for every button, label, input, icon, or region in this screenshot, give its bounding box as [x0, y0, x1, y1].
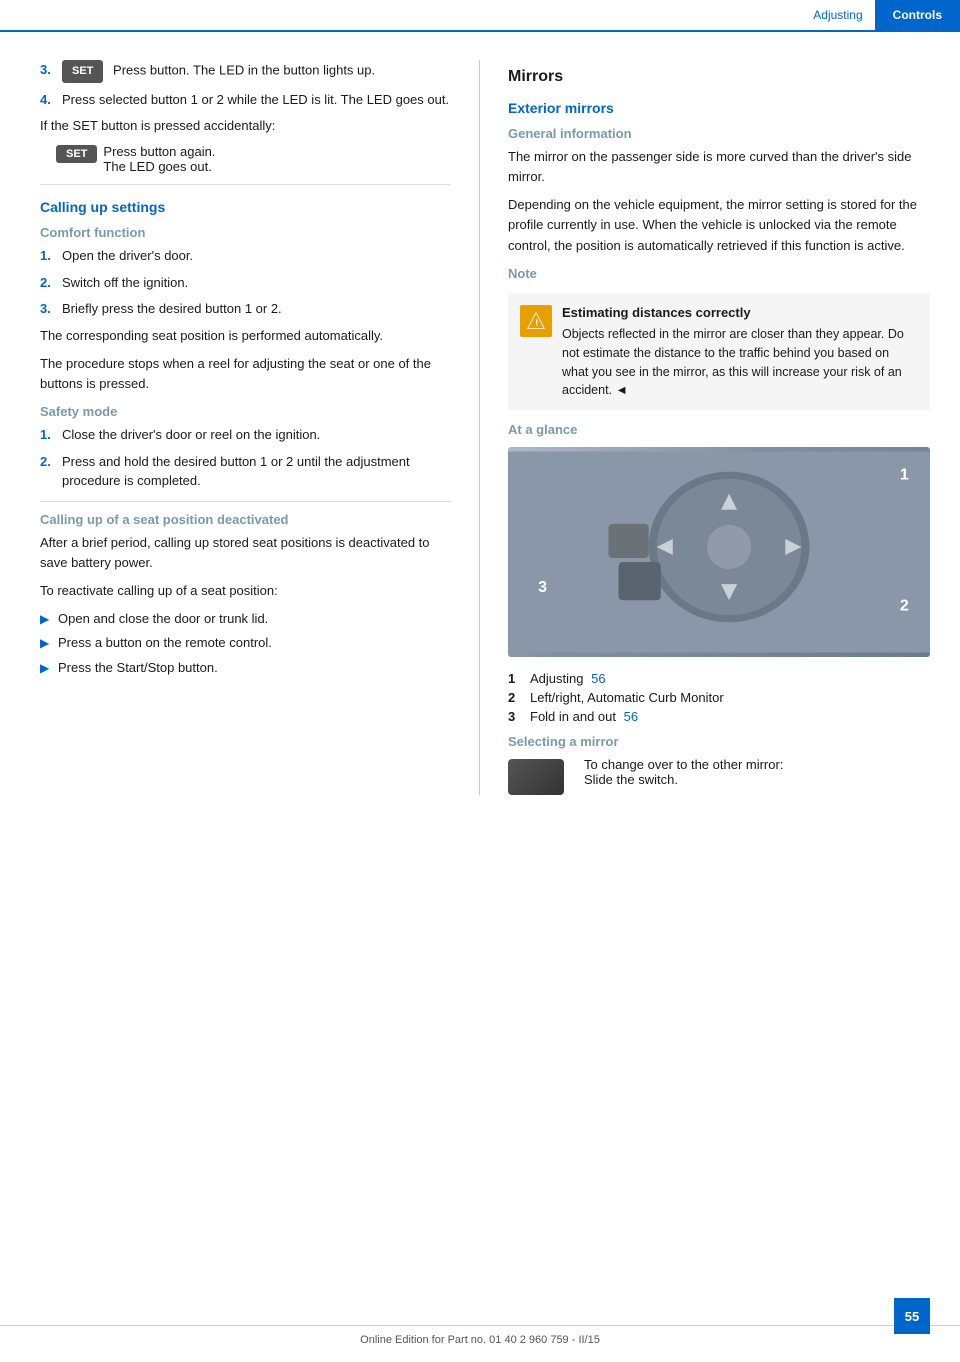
calling-up-settings-title: Calling up settings	[40, 199, 451, 215]
legend-item-1: 1 Adjusting 56	[508, 671, 930, 686]
mirror-image: 1 2 3	[508, 447, 930, 657]
legend-list: 1 Adjusting 56 2 Left/right, Automatic C…	[508, 671, 930, 724]
cf-step-1-text: Open the driver's door.	[62, 246, 451, 266]
bullet-arrow-3: ▶	[40, 659, 58, 678]
cf-para-2: The procedure stops when a reel for adju…	[40, 354, 451, 394]
legend-text-1: Adjusting	[530, 671, 583, 686]
bullet-text-3: Press the Start/Stop button.	[58, 658, 218, 678]
cf-step-2-num: 2.	[40, 273, 62, 293]
divider-2	[40, 501, 451, 502]
if-set-btn: SET	[56, 145, 97, 163]
warning-icon: !	[520, 305, 552, 337]
svg-text:!: !	[535, 318, 538, 328]
sm-step-1-text: Close the driver's door or reel on the i…	[62, 425, 451, 445]
if-accidentally-block: If the SET button is pressed accidentall…	[40, 116, 451, 174]
comfort-function-title: Comfort function	[40, 225, 451, 240]
at-a-glance-title: At a glance	[508, 422, 930, 437]
page-footer: Online Edition for Part no. 01 40 2 960 …	[0, 1325, 960, 1346]
seat-position-para2: To reactivate calling up of a seat posit…	[40, 581, 451, 601]
bullet-item-3: ▶ Press the Start/Stop button.	[40, 658, 451, 678]
calling-up-settings-section: Calling up settings Comfort function 1. …	[40, 199, 451, 490]
sm-step-1-num: 1.	[40, 425, 62, 445]
sm-step-2-num: 2.	[40, 452, 62, 491]
selecting-mirror-text: To change over to the other mirror: Slid…	[584, 757, 783, 787]
if-press-again: Press button again.	[103, 144, 215, 159]
if-led-out: The LED goes out.	[103, 159, 215, 174]
bullet-item-2: ▶ Press a button on the remote control.	[40, 633, 451, 653]
if-set-inline: SET Press button again. The LED goes out…	[56, 144, 451, 174]
legend-item-2: 2 Left/right, Automatic Curb Monitor	[508, 690, 930, 705]
note-end-marker: ◄	[616, 383, 628, 397]
right-column: Mirrors Exterior mirrors General informa…	[480, 60, 930, 795]
svg-text:3: 3	[538, 578, 547, 596]
bullet-item-1: ▶ Open and close the door or trunk lid.	[40, 609, 451, 629]
gen-info-para1: The mirror on the passenger side is more…	[508, 147, 930, 187]
note-label: Note	[508, 266, 930, 281]
step-4-text: Press selected button 1 or 2 while the L…	[62, 90, 451, 110]
selecting-text-1: To change over to the other mirror:	[584, 757, 783, 772]
header-adjusting: Adjusting	[801, 0, 874, 30]
page-number: 55	[894, 1298, 930, 1334]
legend-link-3[interactable]: 56	[620, 709, 638, 724]
divider-1	[40, 184, 451, 185]
cf-step-1: 1. Open the driver's door.	[40, 246, 451, 266]
exterior-mirrors-title: Exterior mirrors	[508, 100, 930, 116]
step-3: 3. SET Press button. The LED in the butt…	[40, 60, 451, 83]
svg-text:1: 1	[900, 466, 909, 484]
selecting-text-2: Slide the switch.	[584, 772, 783, 787]
step-4: 4. Press selected button 1 or 2 while th…	[40, 90, 451, 110]
bullet-arrow-2: ▶	[40, 634, 58, 653]
legend-num-2: 2	[508, 690, 530, 705]
cf-step-2: 2. Switch off the ignition.	[40, 273, 451, 293]
page-header: Adjusting Controls	[0, 0, 960, 32]
left-column: 3. SET Press button. The LED in the butt…	[40, 60, 480, 795]
note-text: Objects reflected in the mirror are clos…	[562, 327, 904, 397]
seat-position-section: Calling up of a seat position deactivate…	[40, 512, 451, 678]
step-3-num: 3.	[40, 60, 62, 83]
legend-item-3: 3 Fold in and out 56	[508, 709, 930, 724]
cf-step-2-text: Switch off the ignition.	[62, 273, 451, 293]
svg-text:2: 2	[900, 596, 909, 614]
cf-step-3-text: Briefly press the desired button 1 or 2.	[62, 299, 451, 319]
bullet-text-2: Press a button on the remote control.	[58, 633, 272, 653]
cf-step-1-num: 1.	[40, 246, 62, 266]
sm-step-2: 2. Press and hold the desired button 1 o…	[40, 452, 451, 491]
cf-step-3-num: 3.	[40, 299, 62, 319]
header-controls: Controls	[875, 0, 960, 30]
gen-info-para2: Depending on the vehicle equipment, the …	[508, 195, 930, 255]
general-information-title: General information	[508, 126, 930, 141]
legend-num-3: 3	[508, 709, 530, 724]
sm-step-2-text: Press and hold the desired button 1 or 2…	[62, 452, 451, 491]
if-accidentally-text: If the SET button is pressed accidentall…	[40, 116, 451, 136]
safety-mode-title: Safety mode	[40, 404, 451, 419]
cf-para-1: The corresponding seat position is perfo…	[40, 326, 451, 346]
mirrors-title: Mirrors	[508, 68, 930, 86]
note-title: Estimating distances correctly	[562, 303, 918, 323]
legend-text-2: Left/right, Automatic Curb Monitor	[530, 690, 724, 705]
selecting-mirror-title: Selecting a mirror	[508, 734, 930, 749]
step-3-text: SET Press button. The LED in the button …	[62, 60, 451, 83]
note-box: ! Estimating distances correctly Objects…	[508, 293, 930, 411]
selecting-mirror-block: To change over to the other mirror: Slid…	[508, 757, 930, 795]
footer-text: Online Edition for Part no. 01 40 2 960 …	[360, 1334, 600, 1346]
seat-position-para1: After a brief period, calling up stored …	[40, 533, 451, 573]
legend-link-1[interactable]: 56	[587, 671, 605, 686]
legend-text-3: Fold in and out	[530, 709, 616, 724]
legend-num-1: 1	[508, 671, 530, 686]
bullet-text-1: Open and close the door or trunk lid.	[58, 609, 268, 629]
step-4-num: 4.	[40, 90, 62, 110]
mirror-switch-image	[508, 759, 564, 795]
sm-step-1: 1. Close the driver's door or reel on th…	[40, 425, 451, 445]
main-content: 3. SET Press button. The LED in the butt…	[0, 32, 960, 815]
seat-position-title: Calling up of a seat position deactivate…	[40, 512, 451, 527]
bullet-arrow-1: ▶	[40, 610, 58, 629]
cf-step-3: 3. Briefly press the desired button 1 or…	[40, 299, 451, 319]
set-button-label: SET	[62, 60, 103, 83]
note-content: Estimating distances correctly Objects r…	[562, 303, 918, 401]
